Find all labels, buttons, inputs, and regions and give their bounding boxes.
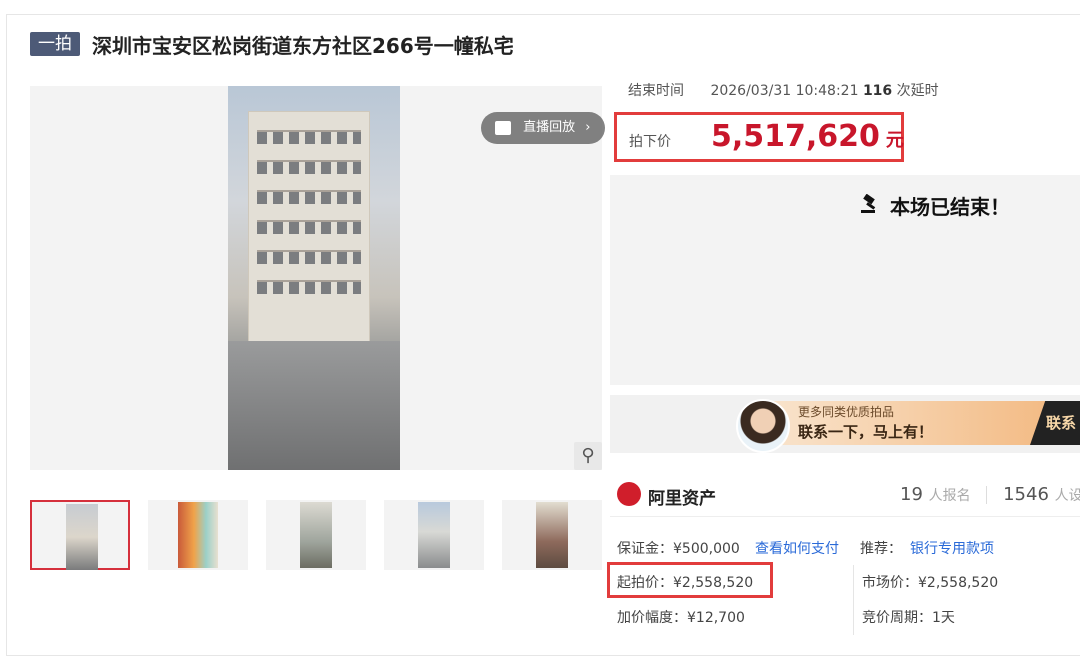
column-divider [853, 565, 854, 635]
end-time-label: 结束时间 [628, 83, 684, 99]
final-price-value: 5,517,620 元 [711, 119, 904, 154]
thumbnail-1[interactable] [30, 500, 130, 570]
section-divider [610, 516, 1080, 517]
end-time-value: 2026/03/31 10:48:21 [710, 83, 859, 99]
auction-type-badge: 一拍 [30, 32, 80, 56]
page-title: 深圳市宝安区松岗街道东方社区266号一幢私宅 [92, 34, 514, 58]
thumbnail-5[interactable] [502, 500, 602, 570]
end-time-row: 结束时间 2026/03/31 10:48:21 116 次延时 [628, 80, 939, 100]
thumbnail-3[interactable] [266, 500, 366, 570]
property-photo [228, 86, 400, 470]
delay-label: 次延时 [896, 83, 939, 99]
participation-stats: 19 人报名 1546 人设 [900, 484, 1080, 505]
ali-assets-logo-icon [617, 482, 641, 506]
live-replay-button[interactable]: 直播回放 › [481, 112, 605, 144]
thumbnail-2[interactable] [148, 500, 248, 570]
final-price-box: 拍下价 5,517,620 元 [614, 112, 904, 162]
bank-payment-link[interactable]: 银行专用款项 [910, 538, 994, 558]
deposit-text: 保证金：¥500,000 [617, 541, 740, 557]
final-price-label: 拍下价 [629, 134, 671, 150]
promo-banner[interactable]: 更多同类优质拍品 联系一下，马上有！ 联系 [610, 395, 1080, 453]
thumbnail-4[interactable] [384, 500, 484, 570]
gavel-icon [860, 193, 882, 219]
auction-status-panel: 本场已结束！ [610, 175, 1080, 385]
platform-name: 阿里资产 [648, 489, 716, 509]
reminder-label: 人设 [1054, 488, 1080, 504]
bidding-cycle: 竞价周期：1天 [862, 610, 955, 626]
chevron-right-icon: › [585, 120, 591, 135]
registration-label: 人报名 [928, 488, 971, 504]
zoom-icon[interactable]: ⚲ [574, 442, 602, 470]
chart-icon [495, 120, 511, 135]
promo-title: 联系一下，马上有！ [798, 423, 934, 441]
registration-count: 19 [900, 484, 923, 505]
promo-subtitle: 更多同类优质拍品 [798, 405, 895, 419]
auction-ended-message: 本场已结束！ [860, 191, 1010, 220]
bid-increment: 加价幅度：¥12,700 [617, 610, 745, 626]
delay-count: 116 [862, 83, 893, 99]
recommend-label: 推荐： [860, 541, 902, 557]
avatar [736, 399, 790, 453]
market-price: 市场价：¥2,558,520 [862, 575, 999, 591]
building-illustration [248, 111, 370, 343]
reminder-count: 1546 [1003, 484, 1049, 505]
start-price: 起拍价：¥2,558,520 [617, 575, 754, 591]
how-to-pay-link[interactable]: 查看如何支付 [755, 538, 839, 558]
live-replay-label: 直播回放 [523, 120, 576, 135]
price-unit: 元 [885, 130, 904, 151]
